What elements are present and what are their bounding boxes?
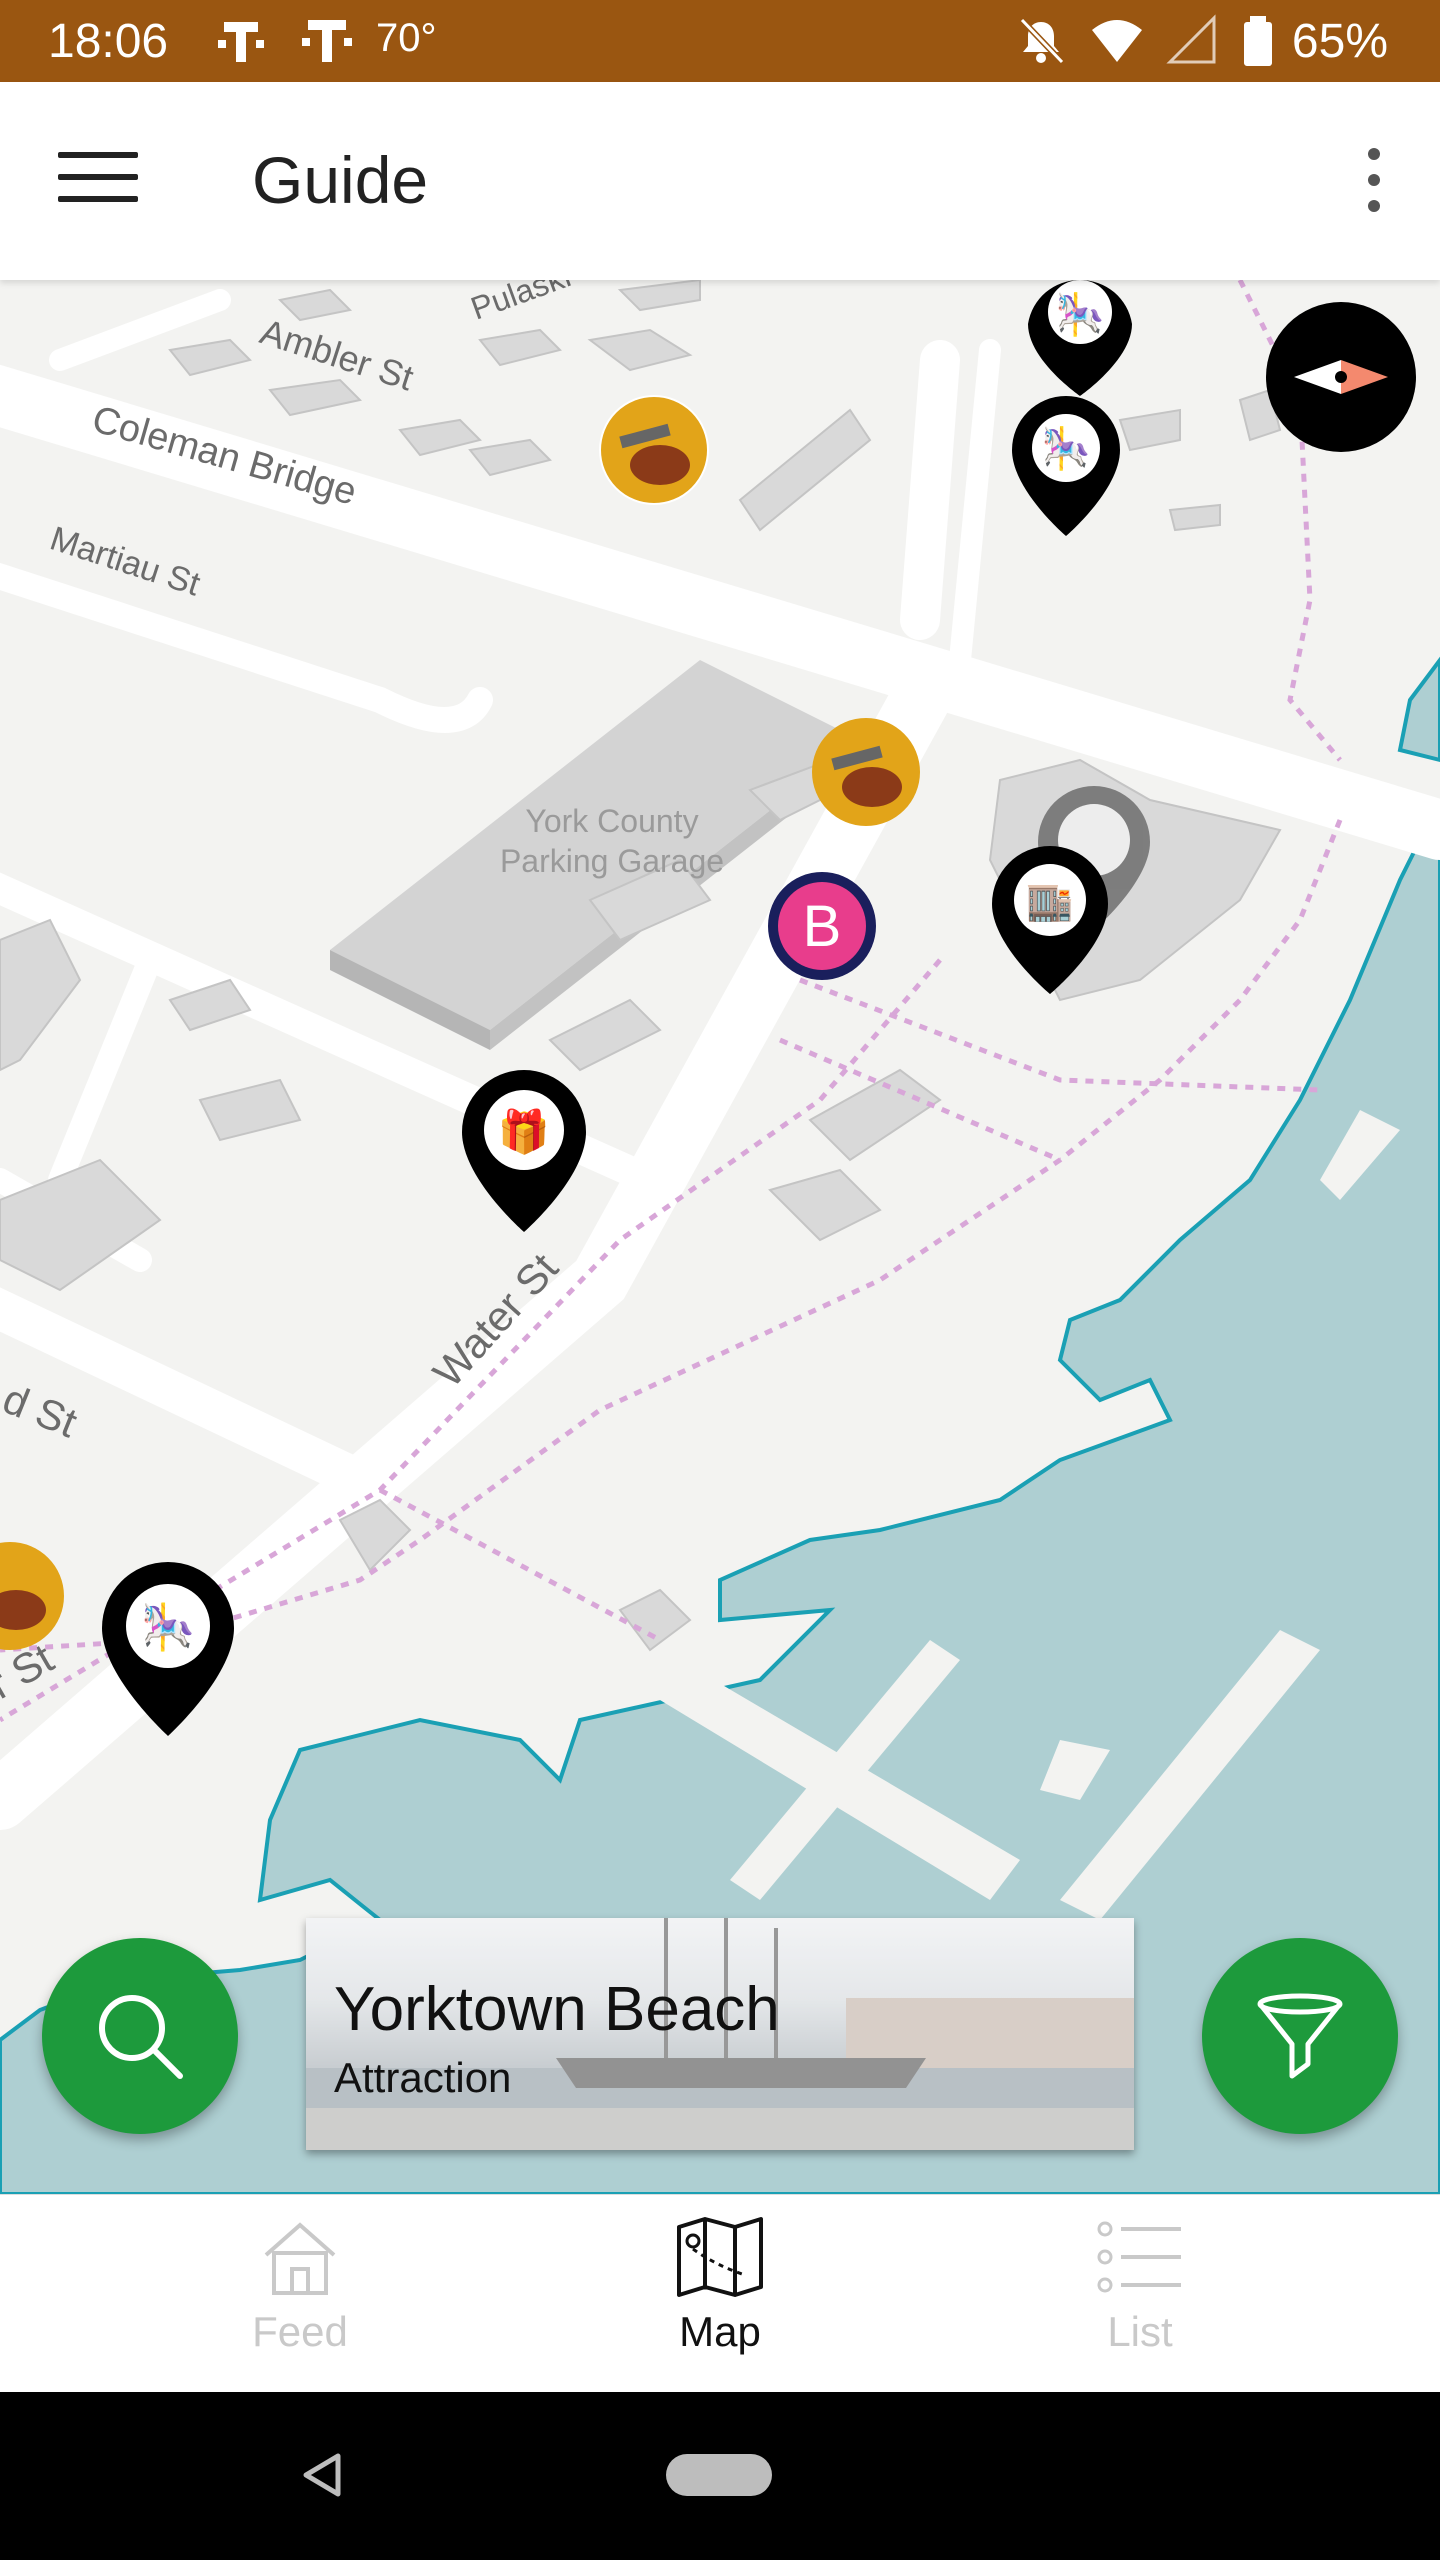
place-label-line1: York County (525, 803, 698, 839)
place-category: Attraction (334, 2054, 512, 2101)
home-pill-button[interactable] (666, 2454, 772, 2496)
svg-text:🎠: 🎠 (141, 1602, 196, 1653)
nav-feed[interactable]: Feed (200, 2215, 400, 2356)
compass-button[interactable] (1266, 302, 1416, 452)
carousel-pin[interactable]: 🎠 (1012, 396, 1120, 536)
app-bar: Guide (0, 82, 1440, 280)
map-view[interactable]: Ambler St Coleman Bridge Martiau St Wate… (0, 280, 1440, 2194)
cannon-photo-marker[interactable] (812, 718, 920, 826)
svg-text:🎁: 🎁 (498, 1107, 550, 1156)
status-time: 18:06 (48, 15, 169, 68)
battery-icon (1244, 16, 1272, 66)
map-canvas[interactable]: Ambler St Coleman Bridge Martiau St Wate… (0, 280, 1440, 2194)
status-temperature: 70° (376, 16, 437, 60)
svg-text:🎠: 🎠 (1041, 425, 1091, 472)
nav-map-label: Map (679, 2308, 761, 2355)
status-bar: 18:06 70° 65% (0, 0, 1440, 82)
shop-pin[interactable]: 🎁 (462, 1070, 586, 1232)
nav-feed-label: Feed (252, 2308, 348, 2355)
street-label-d-st: d St (0, 1375, 84, 1447)
page-title: Guide (252, 143, 429, 217)
b-logo-marker[interactable]: B (768, 872, 876, 980)
street-label-pulaski: Pulaski (466, 280, 575, 327)
carrier-t-icon (302, 20, 352, 62)
cannon-photo-marker[interactable] (599, 395, 709, 505)
list-icon (1097, 2221, 1181, 2293)
system-navigation-bar (0, 2392, 1440, 2560)
svg-text:🎠: 🎠 (1055, 291, 1105, 338)
carousel-pin[interactable]: 🎠 (1028, 280, 1132, 396)
nav-map[interactable]: Map (620, 2215, 820, 2356)
compass-icon (1294, 360, 1388, 394)
bottom-navigation: Feed Map List (0, 2194, 1440, 2393)
status-battery-percent: 65% (1291, 15, 1388, 68)
nav-list-label: List (1107, 2308, 1173, 2355)
wifi-icon (1092, 20, 1142, 62)
search-button[interactable] (42, 1938, 238, 2134)
filter-icon (1257, 1993, 1343, 2079)
search-icon (99, 1995, 183, 2079)
svg-text:B: B (803, 894, 842, 959)
bell-off-icon (1019, 17, 1065, 65)
map-icon (677, 2217, 763, 2297)
hamburger-menu-icon[interactable] (58, 152, 138, 212)
svg-text:🏬: 🏬 (1026, 881, 1073, 923)
selected-place-card[interactable]: Yorktown Beach Attraction (306, 1918, 1134, 2150)
place-label-line2: Parking Garage (500, 843, 724, 879)
filter-button[interactable] (1202, 1938, 1398, 2134)
nav-list[interactable]: List (1040, 2215, 1240, 2356)
signal-icon (1166, 14, 1216, 64)
cannon-photo-marker[interactable] (0, 1542, 64, 1650)
back-icon[interactable] (298, 2450, 348, 2500)
place-name: Yorktown Beach (334, 1975, 780, 2044)
water-inlet (1397, 656, 1440, 763)
more-options-icon[interactable] (1362, 148, 1386, 228)
tmobile-icon (218, 22, 264, 62)
home-icon (264, 2222, 336, 2295)
